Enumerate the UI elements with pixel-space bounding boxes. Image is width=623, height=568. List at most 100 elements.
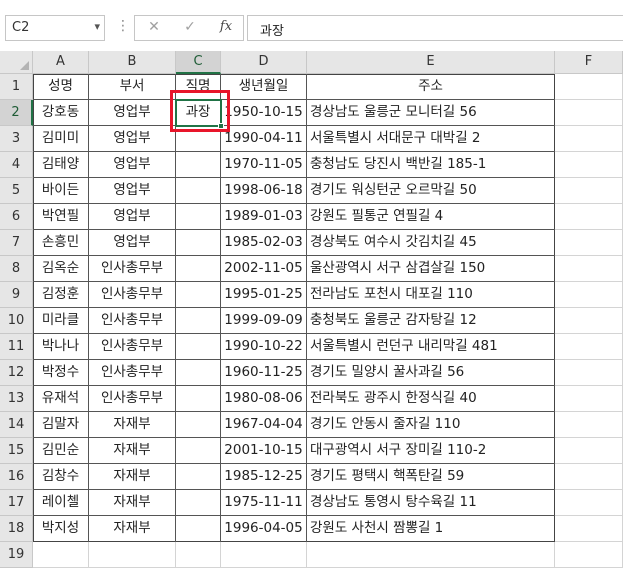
cancel-icon[interactable]: ✕ <box>143 19 165 35</box>
row-header-15[interactable]: 15 <box>0 438 33 464</box>
cell-d15[interactable]: 2001-10-15 <box>221 438 307 464</box>
column-header-f[interactable]: F <box>555 51 623 74</box>
row-header-18[interactable]: 18 <box>0 516 33 542</box>
cell-b11[interactable]: 인사총무부 <box>89 334 176 360</box>
cell-d6[interactable]: 1989-01-03 <box>221 204 307 230</box>
cell-b13[interactable]: 인사총무부 <box>89 386 176 412</box>
row-header-14[interactable]: 14 <box>0 412 33 438</box>
cell-a4[interactable]: 김태양 <box>33 152 89 178</box>
cell-c8[interactable] <box>176 256 221 282</box>
cell-f9[interactable] <box>555 282 623 308</box>
row-header-4[interactable]: 4 <box>0 152 33 178</box>
name-box[interactable]: C2 ▾ <box>5 15 105 41</box>
cell-e14[interactable]: 경기도 안동시 줄자길 110 <box>307 412 555 438</box>
cell-a9[interactable]: 김정훈 <box>33 282 89 308</box>
fill-handle[interactable] <box>218 123 224 129</box>
cell-d1[interactable]: 생년월일 <box>221 74 307 100</box>
cell-e4[interactable]: 충청남도 당진시 백반길 185-1 <box>307 152 555 178</box>
cell-e17[interactable]: 경상남도 통영시 탕수육길 11 <box>307 490 555 516</box>
cell-c17[interactable] <box>176 490 221 516</box>
cell-f12[interactable] <box>555 360 623 386</box>
cell-c2[interactable]: 과장 <box>176 100 221 126</box>
cell-a17[interactable]: 레이첼 <box>33 490 89 516</box>
cell-c7[interactable] <box>176 230 221 256</box>
cell-a1[interactable]: 성명 <box>33 74 89 100</box>
cell-f18[interactable] <box>555 516 623 542</box>
cell-b2[interactable]: 영업부 <box>89 100 176 126</box>
cell-f5[interactable] <box>555 178 623 204</box>
cell-c1[interactable]: 직명 <box>176 74 221 100</box>
cell-b16[interactable]: 자재부 <box>89 464 176 490</box>
row-header-17[interactable]: 17 <box>0 490 33 516</box>
cell-b14[interactable]: 자재부 <box>89 412 176 438</box>
cell-b10[interactable]: 인사총무부 <box>89 308 176 334</box>
cell-d19[interactable] <box>221 542 307 568</box>
row-header-16[interactable]: 16 <box>0 464 33 490</box>
row-header-8[interactable]: 8 <box>0 256 33 282</box>
cell-d7[interactable]: 1985-02-03 <box>221 230 307 256</box>
cell-a12[interactable]: 박정수 <box>33 360 89 386</box>
cell-d10[interactable]: 1999-09-09 <box>221 308 307 334</box>
cell-b1[interactable]: 부서 <box>89 74 176 100</box>
cell-b6[interactable]: 영업부 <box>89 204 176 230</box>
cell-e8[interactable]: 울산광역시 서구 삼겹살길 150 <box>307 256 555 282</box>
column-header-a[interactable]: A <box>33 51 89 74</box>
cell-b3[interactable]: 영업부 <box>89 126 176 152</box>
cell-e2[interactable]: 경상남도 울릉군 모니터길 56 <box>307 100 555 126</box>
cell-f19[interactable] <box>555 542 623 568</box>
cell-f7[interactable] <box>555 230 623 256</box>
chevron-down-icon[interactable]: ▾ <box>94 20 100 33</box>
cell-e16[interactable]: 경기도 평택시 핵폭탄길 59 <box>307 464 555 490</box>
cell-c11[interactable] <box>176 334 221 360</box>
cell-c5[interactable] <box>176 178 221 204</box>
cell-c13[interactable] <box>176 386 221 412</box>
cell-d18[interactable]: 1996-04-05 <box>221 516 307 542</box>
cell-e15[interactable]: 대구광역시 서구 장미길 110-2 <box>307 438 555 464</box>
cell-f8[interactable] <box>555 256 623 282</box>
cell-a13[interactable]: 유재석 <box>33 386 89 412</box>
cell-e1[interactable]: 주소 <box>307 74 555 100</box>
cell-e12[interactable]: 경기도 밀양시 꿀사과길 56 <box>307 360 555 386</box>
cell-d14[interactable]: 1967-04-04 <box>221 412 307 438</box>
cell-d8[interactable]: 2002-11-05 <box>221 256 307 282</box>
cell-c18[interactable] <box>176 516 221 542</box>
select-all-button[interactable] <box>0 51 33 74</box>
cell-d13[interactable]: 1980-08-06 <box>221 386 307 412</box>
cell-e9[interactable]: 전라남도 포천시 대포길 110 <box>307 282 555 308</box>
cell-d12[interactable]: 1960-11-25 <box>221 360 307 386</box>
cell-c19[interactable] <box>176 542 221 568</box>
row-header-12[interactable]: 12 <box>0 360 33 386</box>
cell-a15[interactable]: 김민순 <box>33 438 89 464</box>
cell-b8[interactable]: 인사총무부 <box>89 256 176 282</box>
cell-c15[interactable] <box>176 438 221 464</box>
column-header-e[interactable]: E <box>307 51 555 74</box>
insert-function-icon[interactable]: fx <box>215 19 237 34</box>
cell-f4[interactable] <box>555 152 623 178</box>
cell-e10[interactable]: 충청북도 울릉군 감자탕길 12 <box>307 308 555 334</box>
cell-a5[interactable]: 바이든 <box>33 178 89 204</box>
cell-d4[interactable]: 1970-11-05 <box>221 152 307 178</box>
cell-c4[interactable] <box>176 152 221 178</box>
cell-d16[interactable]: 1985-12-25 <box>221 464 307 490</box>
enter-icon[interactable]: ✓ <box>179 19 201 35</box>
cell-c9[interactable] <box>176 282 221 308</box>
cell-e7[interactable]: 경상북도 여수시 갓김치길 45 <box>307 230 555 256</box>
cell-b19[interactable] <box>89 542 176 568</box>
cell-d5[interactable]: 1998-06-18 <box>221 178 307 204</box>
cell-b5[interactable]: 영업부 <box>89 178 176 204</box>
row-header-5[interactable]: 5 <box>0 178 33 204</box>
column-header-d[interactable]: D <box>221 51 307 74</box>
cell-c3[interactable] <box>176 126 221 152</box>
row-header-2[interactable]: 2 <box>0 100 33 126</box>
cell-a6[interactable]: 박연필 <box>33 204 89 230</box>
row-header-7[interactable]: 7 <box>0 230 33 256</box>
cell-b7[interactable]: 영업부 <box>89 230 176 256</box>
cell-a18[interactable]: 박지성 <box>33 516 89 542</box>
cell-a16[interactable]: 김창수 <box>33 464 89 490</box>
cell-e5[interactable]: 경기도 워싱턴군 오르막길 50 <box>307 178 555 204</box>
cell-f15[interactable] <box>555 438 623 464</box>
cell-f13[interactable] <box>555 386 623 412</box>
cell-d3[interactable]: 1990-04-11 <box>221 126 307 152</box>
cell-b18[interactable]: 자재부 <box>89 516 176 542</box>
cell-b12[interactable]: 인사총무부 <box>89 360 176 386</box>
